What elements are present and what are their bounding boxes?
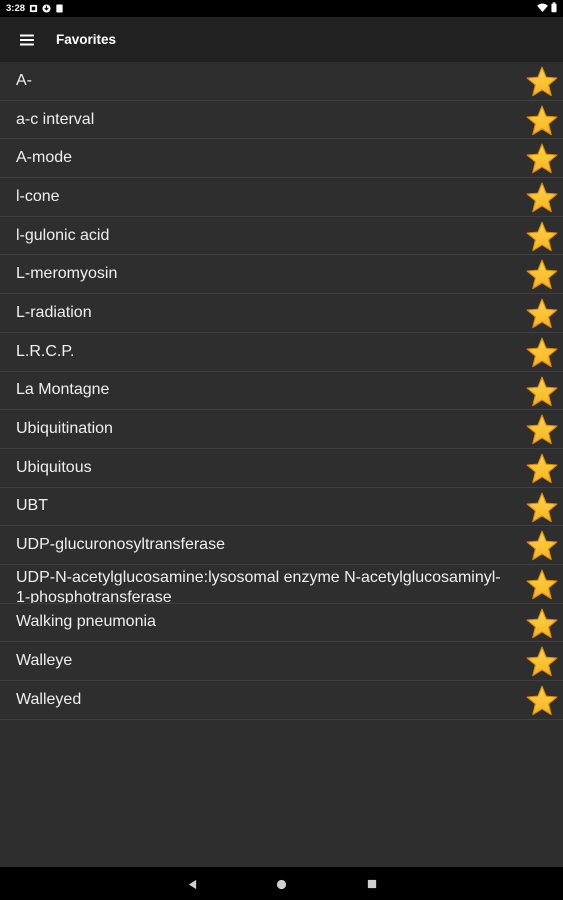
favorite-star-button[interactable] <box>525 336 559 370</box>
item-label: Walleye <box>16 652 73 670</box>
favorite-star-button[interactable] <box>525 220 559 254</box>
list-item[interactable]: La Montagne <box>0 372 563 411</box>
item-label: L.R.C.P. <box>16 342 75 360</box>
list-item[interactable]: l-gulonic acid <box>0 217 563 256</box>
item-label: a-c interval <box>16 110 95 128</box>
star-icon <box>526 376 558 406</box>
list-item[interactable]: Walleye <box>0 642 563 681</box>
list-item[interactable]: a-c interval <box>0 101 563 140</box>
list-item[interactable]: Ubiquitination <box>0 410 563 449</box>
hamburger-menu-icon <box>20 34 34 45</box>
navigation-bar <box>0 867 563 900</box>
list-item[interactable]: UDP-glucuronosyltransferase <box>0 526 563 565</box>
star-icon <box>526 453 558 484</box>
favorite-star-button[interactable] <box>525 568 559 602</box>
recents-button[interactable] <box>365 877 379 891</box>
list-item[interactable]: Walking pneumonia <box>0 604 563 643</box>
star-icon <box>526 182 558 213</box>
favorite-star-button[interactable] <box>525 375 559 409</box>
favorite-star-button[interactable] <box>525 258 559 292</box>
recents-icon <box>367 879 377 889</box>
list-item[interactable]: UDP-N-acetylglucosamine:lysosomal enzyme… <box>0 565 563 604</box>
star-icon <box>526 646 558 677</box>
item-label: La Montagne <box>16 381 110 399</box>
favorite-star-button[interactable] <box>525 684 559 718</box>
list-item[interactable]: A-mode <box>0 139 563 179</box>
wifi-icon <box>537 2 548 15</box>
star-icon <box>526 337 558 367</box>
favorite-star-button[interactable] <box>525 142 559 176</box>
download-icon <box>42 4 51 13</box>
back-button[interactable] <box>185 877 199 891</box>
page-title: Favorites <box>56 32 117 47</box>
favorite-star-button[interactable] <box>525 607 559 641</box>
star-icon <box>526 608 558 638</box>
item-label: L-radiation <box>16 303 92 321</box>
home-button[interactable] <box>274 877 288 891</box>
list-item[interactable]: A- <box>0 62 563 101</box>
list-item[interactable]: Ubiquitous <box>0 449 563 488</box>
item-label: A- <box>16 71 32 89</box>
favorite-star-button[interactable] <box>525 529 559 563</box>
favorite-star-button[interactable] <box>525 491 559 525</box>
favorite-star-button[interactable] <box>525 297 559 331</box>
star-icon <box>526 530 558 561</box>
item-label: Walleyed <box>16 690 82 708</box>
list-item[interactable]: L-meromyosin <box>0 255 563 295</box>
item-label: l-cone <box>16 187 60 205</box>
item-label: Walking pneumonia <box>16 613 156 631</box>
item-label: L-meromyosin <box>16 265 118 283</box>
star-icon <box>526 143 558 174</box>
status-left: 3:28 <box>6 3 64 14</box>
item-label: l-gulonic acid <box>16 226 110 244</box>
item-label: UDP-N-acetylglucosamine:lysosomal enzyme… <box>16 568 501 603</box>
sim-icon <box>29 4 38 13</box>
star-icon <box>526 259 558 290</box>
star-icon <box>526 414 558 445</box>
status-time: 3:28 <box>6 3 26 14</box>
favorite-star-button[interactable] <box>525 452 559 486</box>
status-right <box>537 1 557 16</box>
favorite-star-button[interactable] <box>525 65 559 99</box>
list-item[interactable]: UBT <box>0 488 563 527</box>
home-icon <box>276 879 286 889</box>
item-label: Ubiquitination <box>16 420 113 438</box>
favorite-star-button[interactable] <box>525 104 559 138</box>
favorite-star-button[interactable] <box>525 181 559 215</box>
app-icon <box>55 4 64 13</box>
menu-button[interactable] <box>0 17 54 62</box>
list-item[interactable]: Walleyed <box>0 681 563 720</box>
app-bar: Favorites <box>0 17 563 62</box>
list-item[interactable]: L-radiation <box>0 294 563 333</box>
star-icon <box>526 569 558 600</box>
star-icon <box>526 221 558 251</box>
item-label: UBT <box>16 497 48 515</box>
star-icon <box>526 685 558 716</box>
item-label: A-mode <box>16 149 73 167</box>
star-icon <box>526 492 558 522</box>
item-label: Ubiquitous <box>16 458 92 476</box>
favorite-star-button[interactable] <box>525 413 559 447</box>
favorites-list: A-a-c interval A-mode l-cone l-gulonic acid… <box>0 62 563 720</box>
star-icon <box>526 298 558 329</box>
star-icon <box>526 105 558 135</box>
battery-icon <box>551 1 557 16</box>
favorite-star-button[interactable] <box>525 645 559 679</box>
status-bar: 3:28 <box>0 0 563 17</box>
list-item[interactable]: l-cone <box>0 178 563 217</box>
list-item[interactable]: L.R.C.P. <box>0 333 563 372</box>
back-icon <box>188 879 196 889</box>
star-icon <box>526 66 558 97</box>
item-label: UDP-glucuronosyltransferase <box>16 536 225 554</box>
